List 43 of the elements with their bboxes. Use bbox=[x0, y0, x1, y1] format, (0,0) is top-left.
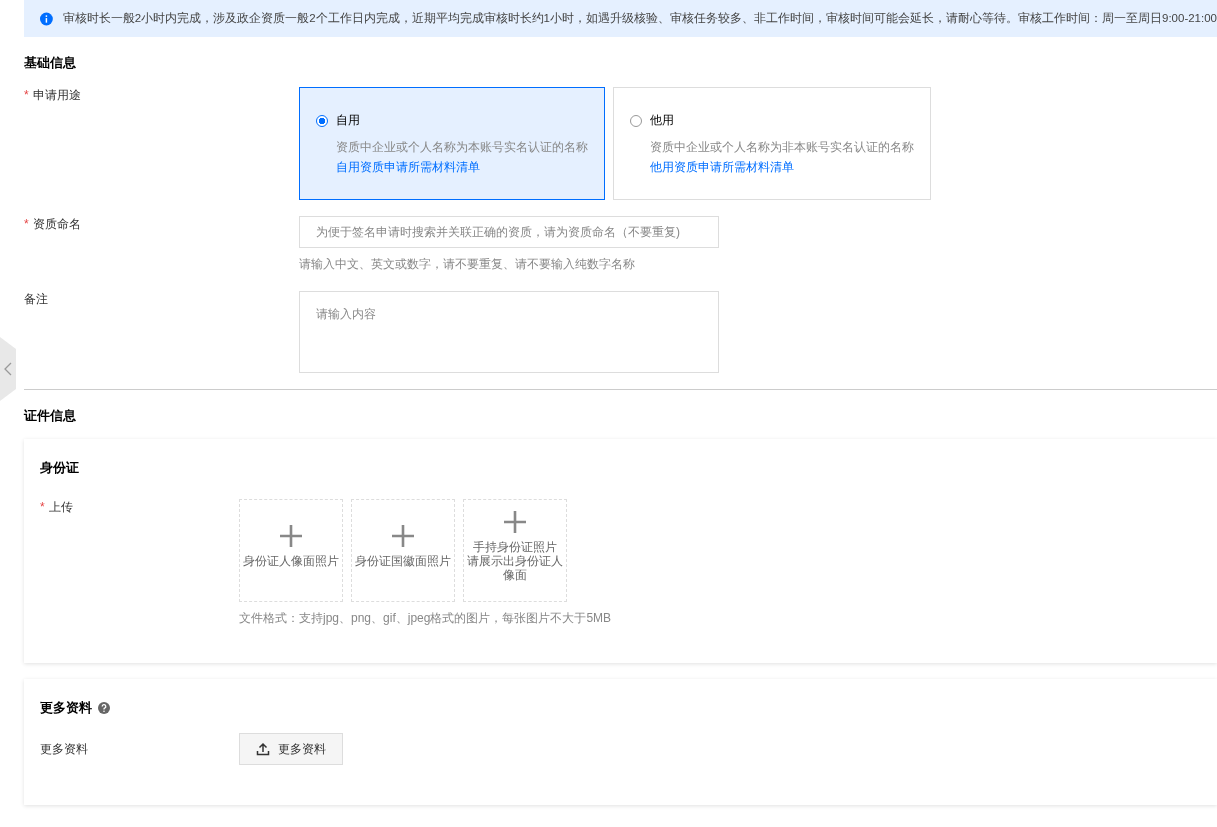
option-card[interactable]: 他用 资质中企业或个人名称为非本账号实名认证的名称 他用资质申请所需材料清单 bbox=[613, 87, 931, 200]
upload-caption: 像面 bbox=[503, 568, 527, 582]
upload-button[interactable]: 更多资料 bbox=[239, 733, 343, 765]
option-description: 资质中企业或个人名称为非本账号实名认证的名称 bbox=[649, 139, 914, 156]
section-title: 基础信息 bbox=[24, 54, 77, 70]
field-label: 上传 bbox=[48, 500, 73, 514]
section-title: 证件信息 bbox=[24, 407, 77, 423]
materials-link[interactable]: 自用资质申请所需材料清单 bbox=[316, 157, 588, 177]
option-description: 资质中企业或个人名称为本账号实名认证的名称 bbox=[335, 139, 588, 156]
notice-text: 审核时长一般2小时内完成，涉及政企资质一般2个工作日内完成，近期平均完成审核时长约1小时，如遇升级核验、审核任务较多、非工作时间，审核时间可能会延长，请耐心等待。审核工作时间：周一至周日9:00-21:00 bbox=[62, 11, 1217, 26]
upload-caption: 身份证人像面照片 bbox=[243, 554, 339, 568]
option-title: 他用 bbox=[650, 112, 674, 129]
info-icon bbox=[40, 11, 53, 26]
card-title: 更多资料 bbox=[40, 699, 92, 717]
remark-text-field[interactable]: 请输入内容 bbox=[299, 291, 719, 373]
upload-hint: 文件格式：支持jpg、png、gif、jpeg格式的图片，每张图片不大于5MB bbox=[239, 610, 612, 627]
materials-link[interactable]: 他用资质申请所需材料清单 bbox=[630, 157, 914, 177]
option-title: 自用 bbox=[336, 112, 360, 129]
field-label: 资质命名 bbox=[32, 217, 81, 231]
upload-slot[interactable]: 身份证人像面照片 bbox=[239, 499, 343, 602]
field-label: 申请用途 bbox=[32, 88, 81, 102]
upload-caption: 身份证国徽面照片 bbox=[355, 554, 451, 568]
upload-caption: 请展示出身份证人 bbox=[467, 554, 563, 568]
required-mark: * bbox=[24, 217, 29, 231]
help-icon[interactable] bbox=[98, 702, 110, 714]
radio-button[interactable] bbox=[316, 114, 328, 127]
plus-icon bbox=[391, 524, 415, 548]
option-card[interactable]: 自用 资质中企业或个人名称为本账号实名认证的名称 自用资质申请所需材料清单 bbox=[299, 87, 605, 200]
radio-button[interactable] bbox=[630, 114, 642, 127]
required-mark: * bbox=[40, 500, 45, 514]
upload-caption: 手持身份证照片 bbox=[473, 540, 557, 554]
required-mark: * bbox=[24, 88, 29, 102]
chevron-left-icon bbox=[4, 362, 12, 376]
field-label: 更多资料 bbox=[40, 740, 89, 758]
plus-icon bbox=[279, 524, 303, 548]
upload-slot[interactable]: 身份证国徽面照片 bbox=[351, 499, 455, 602]
plus-icon bbox=[503, 510, 527, 534]
field-label: 备注 bbox=[24, 292, 48, 306]
name-input-field[interactable]: 为便于签名申请时搜索并关联正确的资质，请为资质命名（不要重复) bbox=[299, 216, 719, 248]
upload-icon bbox=[256, 742, 270, 756]
field-hint: 请输入中文、英文或数字，请不要重复、请不要输入纯数字名称 bbox=[299, 256, 636, 273]
card-title: 身份证 bbox=[40, 459, 80, 477]
upload-slot[interactable]: 手持身份证照片 请展示出身份证人 像面 bbox=[463, 499, 567, 602]
